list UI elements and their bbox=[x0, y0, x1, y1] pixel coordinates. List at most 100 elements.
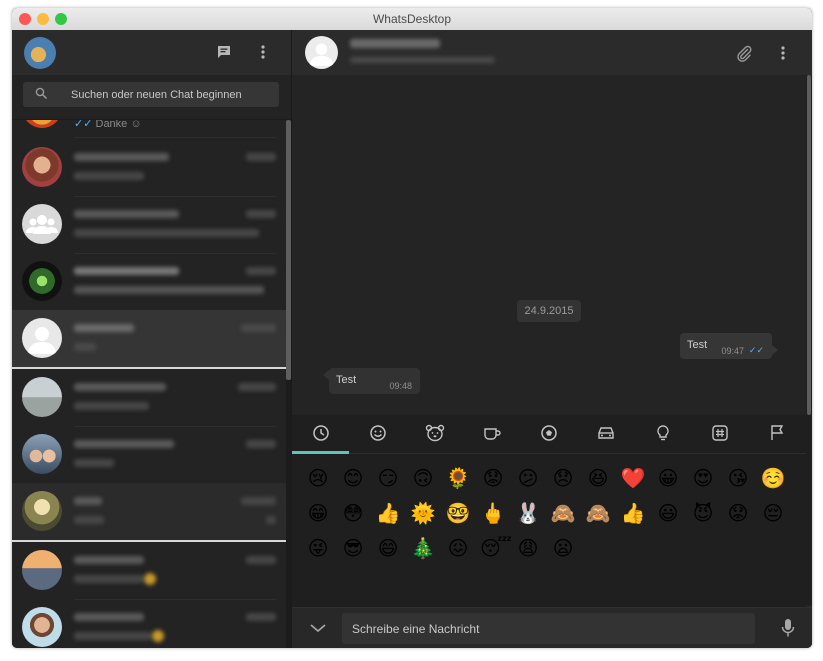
blurred-preview bbox=[74, 343, 96, 351]
title-bar: WhatsDesktop bbox=[12, 8, 812, 31]
chat-item[interactable] bbox=[12, 426, 286, 484]
incoming-message[interactable]: Test 09:48 bbox=[323, 368, 420, 394]
blurred-preview bbox=[74, 575, 144, 583]
lightbulb-icon[interactable] bbox=[634, 415, 691, 451]
bear-icon[interactable] bbox=[406, 415, 463, 451]
blurred-time bbox=[241, 324, 276, 332]
emoji-sunflower[interactable]: 🌻 bbox=[445, 465, 471, 491]
smiley-icon[interactable] bbox=[349, 415, 406, 451]
outgoing-message[interactable]: Test 09:47 ✓✓ bbox=[680, 333, 778, 359]
more-vert-icon[interactable] bbox=[252, 41, 274, 63]
chat-icon[interactable] bbox=[213, 41, 235, 63]
chat-item-text bbox=[74, 426, 276, 484]
car-icon[interactable] bbox=[577, 415, 634, 451]
window-title: WhatsDesktop bbox=[372, 12, 452, 26]
emoji-grinning[interactable]: 😀 bbox=[655, 465, 681, 491]
emoji-thumbs-up-tone[interactable]: 👍 bbox=[620, 500, 646, 526]
conversation-scrollbar[interactable] bbox=[806, 75, 812, 605]
own-avatar[interactable] bbox=[24, 37, 56, 69]
emoji-sun-face[interactable]: 🌞 bbox=[410, 500, 436, 526]
emoji-heart[interactable]: ❤️ bbox=[620, 465, 646, 491]
emoji-heart-eyes[interactable]: 😍 bbox=[690, 465, 716, 491]
emoji-relaxed[interactable]: ☺️ bbox=[760, 465, 786, 491]
chat-item[interactable] bbox=[12, 139, 286, 197]
chat-item[interactable] bbox=[12, 483, 286, 542]
chat-item-text bbox=[74, 310, 276, 367]
blurred-time bbox=[246, 440, 276, 448]
blurred-emoji bbox=[152, 630, 164, 642]
blurred-preview bbox=[74, 516, 104, 524]
emoji-worried[interactable]: 😟 bbox=[480, 465, 506, 491]
blurred-preview bbox=[74, 229, 259, 237]
chat-item[interactable] bbox=[12, 542, 286, 600]
chat-item[interactable] bbox=[12, 196, 286, 254]
scrollbar-thumb[interactable] bbox=[286, 120, 291, 380]
emoji-stuck-out-tongue-wink[interactable]: 😜 bbox=[305, 535, 331, 561]
emoji-crying[interactable]: 😢 bbox=[305, 465, 331, 491]
emoji-grin[interactable]: 😁 bbox=[305, 500, 331, 526]
scrollbar-thumb[interactable] bbox=[807, 75, 811, 415]
mic-icon[interactable] bbox=[776, 616, 800, 640]
cup-icon[interactable] bbox=[463, 415, 520, 451]
chevron-down-icon[interactable] bbox=[306, 616, 330, 640]
emoji-worried-2[interactable]: 😟 bbox=[725, 500, 751, 526]
more-vert-icon[interactable] bbox=[772, 42, 794, 64]
emoji-smiling-imp[interactable]: 😈 bbox=[690, 500, 716, 526]
blurred-contact-name bbox=[74, 324, 134, 332]
search-bar bbox=[12, 75, 291, 120]
emoji-blush[interactable]: 😊 bbox=[340, 465, 366, 491]
search-input[interactable] bbox=[71, 82, 271, 107]
emoji-sleeping[interactable]: 😴 bbox=[480, 535, 512, 561]
emoji-see-no-evil-2[interactable]: 🙈 bbox=[585, 500, 611, 526]
search-icon bbox=[35, 87, 48, 105]
emoji-frowning[interactable]: 😦 bbox=[550, 535, 576, 561]
chat-list-scrollbar[interactable] bbox=[286, 120, 291, 648]
emoji-kissing-heart[interactable]: 😘 bbox=[725, 465, 751, 491]
chat-item-text bbox=[74, 253, 276, 311]
emoji-smirk[interactable]: 😏 bbox=[375, 465, 401, 491]
emoji-disappointed[interactable]: 😞 bbox=[550, 465, 576, 491]
chat-item-active[interactable] bbox=[12, 310, 286, 369]
chat-item[interactable] bbox=[12, 599, 286, 648]
emoji-pensive[interactable]: 😔 bbox=[760, 500, 786, 526]
soccer-ball-icon[interactable] bbox=[520, 415, 577, 451]
conversation-header bbox=[292, 30, 812, 75]
flag-icon[interactable] bbox=[748, 415, 805, 451]
emoji-laughing[interactable]: 😆 bbox=[585, 465, 611, 491]
paperclip-icon[interactable] bbox=[733, 42, 755, 64]
chat-item[interactable] bbox=[12, 369, 286, 427]
blurred-contact-name bbox=[74, 556, 144, 564]
blurred-contact-name bbox=[74, 613, 144, 621]
chat-item[interactable] bbox=[12, 253, 286, 311]
message-input[interactable] bbox=[352, 613, 742, 644]
emoji-confounded[interactable]: 😖 bbox=[445, 535, 471, 561]
contact-avatar[interactable] bbox=[305, 36, 338, 69]
emoji-smiley[interactable]: 😃 bbox=[655, 500, 681, 526]
message-text: Test bbox=[687, 339, 708, 351]
emoji-see-no-evil[interactable]: 🙈 bbox=[550, 500, 576, 526]
emoji-nerd[interactable]: 🤓 bbox=[445, 500, 471, 526]
emoji-smile[interactable]: 😄 bbox=[375, 535, 401, 561]
blurred-emoji bbox=[144, 573, 156, 585]
blurred-preview bbox=[74, 286, 264, 294]
chat-item[interactable]: ✓✓ Danke ☺ bbox=[12, 120, 286, 138]
emoji-christmas-tree[interactable]: 🎄 bbox=[410, 535, 436, 561]
emoji-thumbs-up[interactable]: 👍 bbox=[375, 500, 401, 526]
last-message-preview: ✓✓ Danke ☺ bbox=[74, 120, 142, 130]
sidebar: ✓✓ Danke ☺ bbox=[12, 30, 292, 648]
emoji-upside-down[interactable]: 🙃 bbox=[410, 465, 436, 491]
blurred-time bbox=[246, 267, 276, 275]
emoji-flushed[interactable]: 😳 bbox=[340, 500, 366, 526]
emoji-rabbit[interactable]: 🐰 bbox=[515, 500, 541, 526]
emoji-confused[interactable]: 😕 bbox=[515, 465, 541, 491]
blurred-badge bbox=[266, 516, 276, 524]
emoji-middle-finger[interactable]: 🖕 bbox=[480, 500, 506, 526]
emoji-weary[interactable]: 😩 bbox=[515, 535, 541, 561]
avatar bbox=[22, 261, 62, 301]
clock-icon[interactable] bbox=[292, 415, 349, 454]
emoji-sunglasses[interactable]: 😎 bbox=[340, 535, 366, 561]
hash-icon[interactable] bbox=[691, 415, 748, 451]
group-avatar bbox=[22, 204, 62, 244]
chat-list: ✓✓ Danke ☺ bbox=[12, 120, 291, 648]
message-text: Test bbox=[336, 374, 357, 386]
